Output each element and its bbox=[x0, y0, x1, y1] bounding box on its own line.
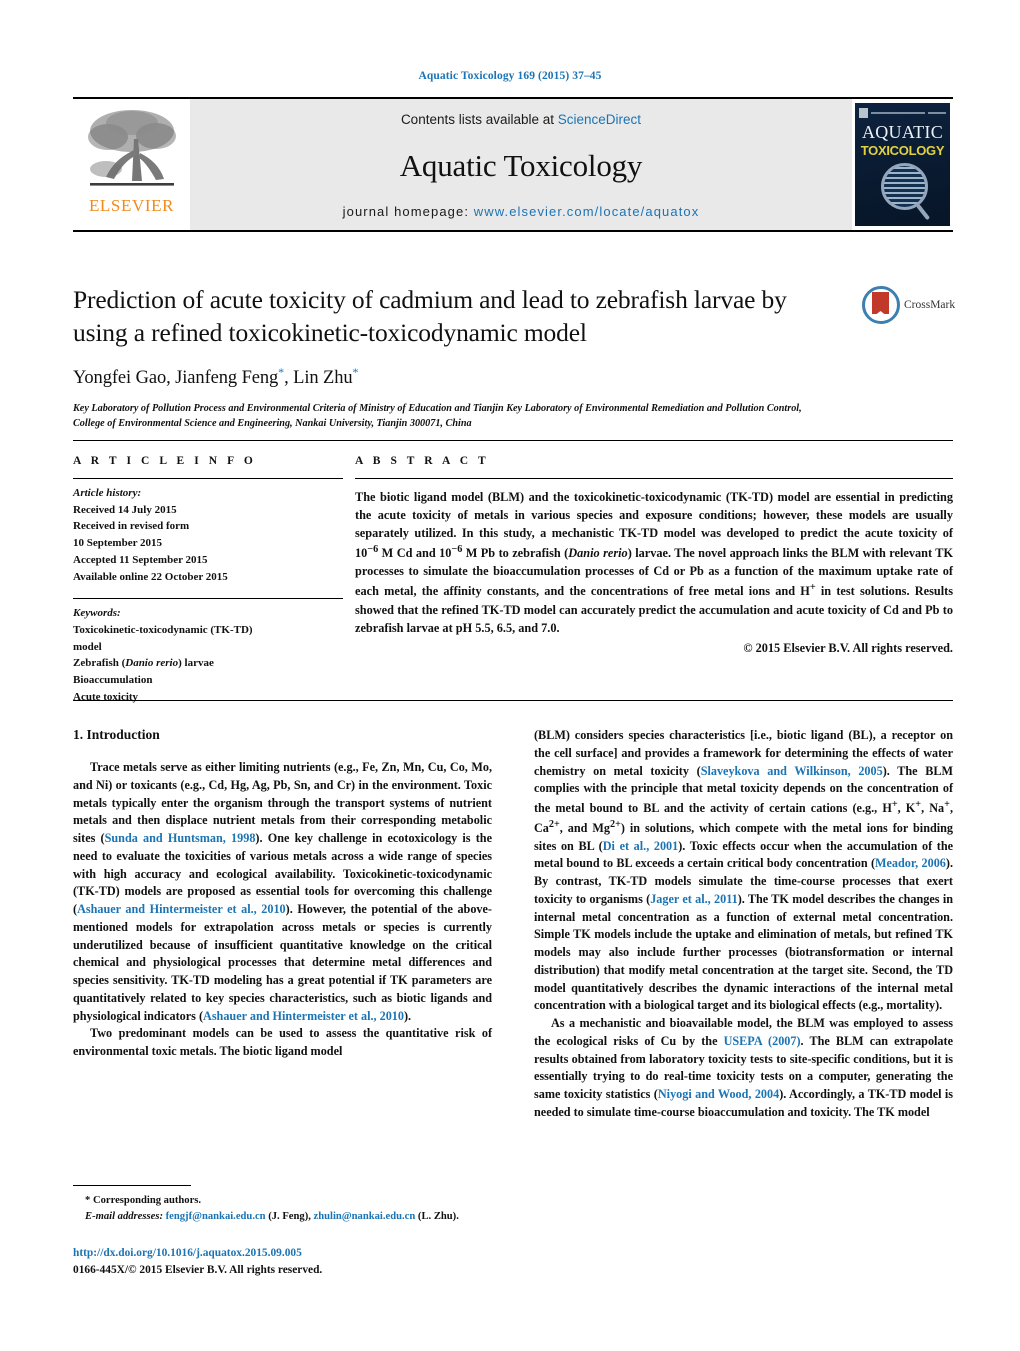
history-item: Available online 22 October 2015 bbox=[73, 570, 228, 583]
footnote-rule bbox=[73, 1185, 191, 1186]
corresponding-authors-note: * Corresponding authors. bbox=[85, 1195, 202, 1206]
citation-link[interactable]: Jager et al., 2011 bbox=[650, 892, 738, 906]
page-title: Prediction of acute toxicity of cadmium … bbox=[73, 285, 787, 348]
abstract-section: A B S T R A C T The biotic ligand model … bbox=[355, 455, 953, 656]
author-list: Yongfei Gao, Jianfeng Feng*, Lin Zhu* bbox=[73, 365, 843, 389]
email-label: E-mail addresses: bbox=[85, 1210, 163, 1222]
citation-link[interactable]: USEPA (2007) bbox=[724, 1034, 801, 1048]
homepage-prefix: journal homepage: bbox=[342, 204, 474, 219]
doi-link[interactable]: http://dx.doi.org/10.1016/j.aquatox.2015… bbox=[73, 1245, 593, 1262]
email-owner-zhu: (L. Zhu). bbox=[417, 1210, 459, 1222]
cover-logo-mark bbox=[859, 107, 868, 118]
contents-line: Contents lists available at ScienceDirec… bbox=[401, 112, 641, 127]
keyword-species-italic: Danio rerio bbox=[125, 657, 179, 670]
paragraph: Two predominant models can be used to as… bbox=[73, 1026, 492, 1058]
keyword-item: model bbox=[73, 640, 102, 653]
abstract-text: The biotic ligand model (BLM) and the to… bbox=[355, 490, 954, 635]
citation-link[interactable]: Sunda and Huntsman, 1998 bbox=[105, 831, 256, 845]
paper-page: Aquatic Toxicology 169 (2015) 37–45 ELSE… bbox=[0, 0, 1020, 1351]
cover-magnifier-icon bbox=[881, 163, 928, 210]
corresponding-marker: * bbox=[352, 365, 359, 380]
keyword-item: Zebrafish (Danio rerio) larvae bbox=[73, 657, 214, 670]
cover-title-line2: TOXICOLOGY bbox=[860, 143, 945, 158]
email-addresses-line: E-mail addresses: fengjf@nankai.edu.cn (… bbox=[73, 1209, 493, 1225]
paragraph: As a mechanistic and bioavailable model,… bbox=[534, 1016, 954, 1119]
cover-rule bbox=[871, 111, 925, 114]
cover-title-line1: AQUATIC bbox=[861, 122, 944, 142]
email-link-zhu[interactable]: zhulin@nankai.edu.cn bbox=[314, 1211, 416, 1222]
body-left-column: 1. Introduction Trace metals serve as ei… bbox=[73, 727, 492, 1157]
citation-link[interactable]: Niyogi and Wood, 2004 bbox=[658, 1087, 779, 1101]
keywords-label: Keywords: bbox=[73, 607, 121, 620]
cover-rule-small bbox=[928, 111, 946, 114]
citation-link[interactable]: Ashauer and Hintermeister et al., 2010 bbox=[77, 902, 286, 916]
keyword-item: Acute toxicity bbox=[73, 690, 139, 703]
keyword-item: Toxicokinetic-toxicodynamic (TK-TD) bbox=[73, 624, 253, 637]
abstract-copyright: © 2015 Elsevier B.V. All rights reserved… bbox=[743, 640, 953, 655]
citation-link[interactable]: Meador, 2006 bbox=[875, 856, 946, 870]
journal-cover-thumb: AQUATIC TOXICOLOGY bbox=[852, 99, 953, 230]
history-item: Accepted 11 September 2015 bbox=[73, 553, 208, 566]
citation-link[interactable]: Slaveykova and Wilkinson, 2005 bbox=[701, 764, 883, 778]
cover-topbar bbox=[859, 107, 946, 118]
email-owner-feng: (J. Feng), bbox=[268, 1210, 311, 1222]
elsevier-wordmark: ELSEVIER bbox=[88, 196, 175, 215]
title-block: Prediction of acute toxicity of cadmium … bbox=[73, 283, 843, 431]
history-item: Received in revised form bbox=[73, 520, 190, 533]
homepage-url-link[interactable]: www.elsevier.com/locate/aquatox bbox=[474, 204, 700, 219]
masthead-center: Contents lists available at ScienceDirec… bbox=[190, 99, 852, 230]
paragraph: Trace metals serve as either limiting nu… bbox=[73, 760, 492, 1023]
journal-cover-image: AQUATIC TOXICOLOGY bbox=[855, 103, 950, 226]
affiliation: Key Laboratory of Pollution Process and … bbox=[73, 403, 802, 429]
article-info-section: A R T I C L E I N F O Article history: R… bbox=[73, 455, 343, 706]
article-history: Article history: Received 14 July 2015 R… bbox=[73, 485, 343, 585]
running-head: Aquatic Toxicology 169 (2015) 37–45 bbox=[418, 70, 602, 82]
crossmark-book-shape bbox=[872, 292, 889, 314]
body-right-column: (BLM) considers species characteristics … bbox=[534, 727, 953, 1157]
article-info-rule bbox=[73, 478, 343, 479]
footnote-block: * Corresponding authors. E-mail addresse… bbox=[73, 1185, 493, 1225]
journal-masthead: ELSEVIER Contents lists available at Sci… bbox=[73, 97, 953, 232]
section-heading-introduction: 1. Introduction bbox=[73, 727, 160, 742]
keywords-list: Keywords: Toxicokinetic-toxicodynamic (T… bbox=[73, 605, 343, 705]
crossmark-icon bbox=[862, 286, 900, 324]
article-info-heading: A R T I C L E I N F O bbox=[73, 455, 257, 467]
keywords-rule bbox=[73, 598, 343, 600]
elsevier-tree-icon bbox=[87, 110, 176, 186]
paragraph: (BLM) considers species characteristics … bbox=[534, 728, 954, 1013]
divider-above-abstract bbox=[73, 440, 953, 441]
author-names: Yongfei Gao, Jianfeng Feng*, Lin Zhu* bbox=[73, 365, 359, 389]
cover-magnifier-handle bbox=[915, 203, 931, 221]
journal-title: Aquatic Toxicology bbox=[399, 147, 643, 183]
email-link-feng[interactable]: fengjf@nankai.edu.cn bbox=[166, 1211, 266, 1222]
keyword-item: Bioaccumulation bbox=[73, 674, 153, 687]
divider-below-abstract bbox=[73, 700, 953, 701]
footer-block: http://dx.doi.org/10.1016/j.aquatox.2015… bbox=[73, 1245, 593, 1279]
article-history-label: Article history: bbox=[73, 487, 142, 499]
citation-link[interactable]: Ashauer and Hintermeister et al., 2010 bbox=[203, 1009, 404, 1023]
history-item: 10 September 2015 bbox=[73, 537, 163, 550]
citation-link[interactable]: Di et al., 2001 bbox=[603, 839, 679, 853]
homepage-line: journal homepage: www.elsevier.com/locat… bbox=[343, 204, 700, 219]
abstract-heading: A B S T R A C T bbox=[355, 455, 490, 467]
elsevier-logo: ELSEVIER bbox=[73, 99, 190, 230]
body-columns: 1. Introduction Trace metals serve as ei… bbox=[73, 727, 953, 1157]
crossmark-badge[interactable]: CrossMark bbox=[862, 282, 957, 328]
crossmark-label: CrossMark bbox=[904, 299, 956, 311]
history-item: Received 14 July 2015 bbox=[73, 503, 177, 516]
corresponding-marker: * bbox=[278, 365, 285, 380]
issn-copyright: 0166-445X/© 2015 Elsevier B.V. All right… bbox=[73, 1264, 323, 1277]
contents-prefix: Contents lists available at bbox=[400, 112, 558, 127]
sciencedirect-link[interactable]: ScienceDirect bbox=[558, 112, 641, 127]
abstract-rule bbox=[355, 478, 953, 479]
